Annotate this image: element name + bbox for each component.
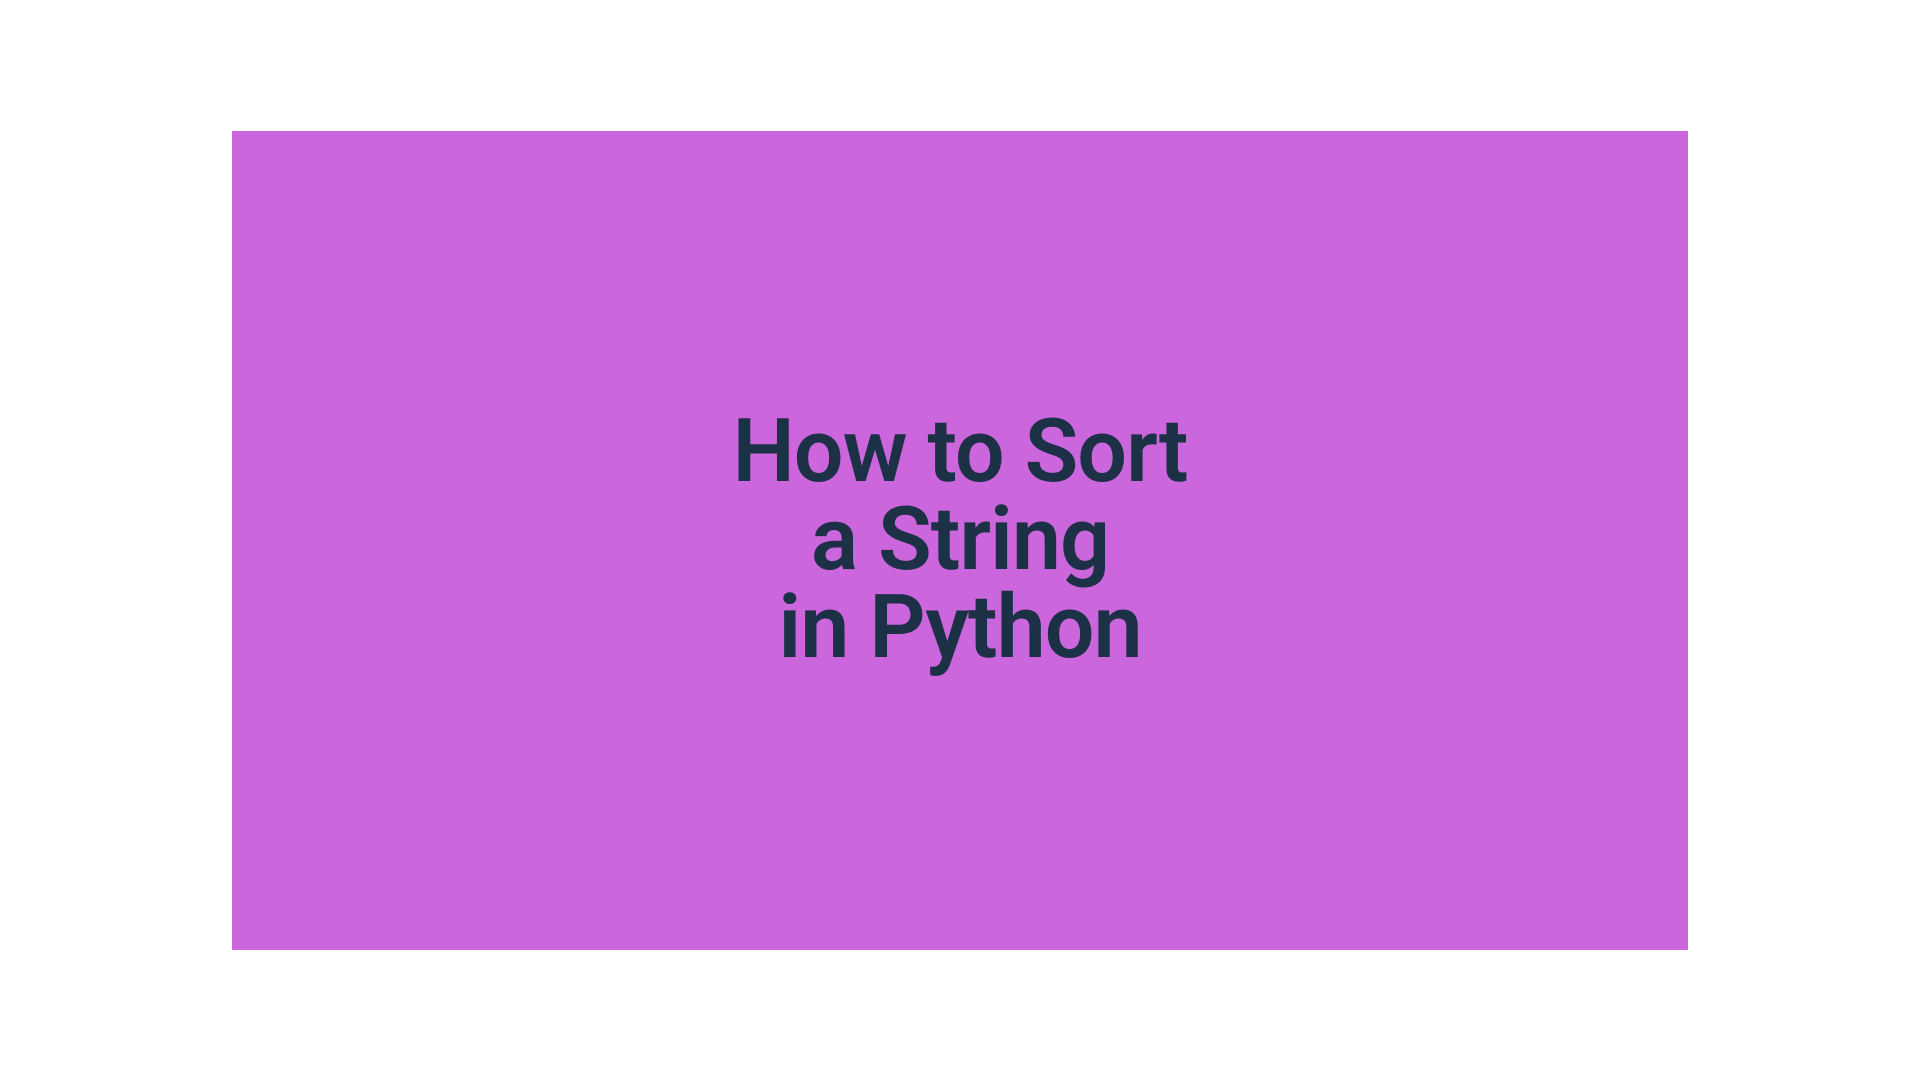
title-line-2: a String (733, 496, 1188, 584)
title-card: How to Sort a String in Python (232, 131, 1688, 950)
page-title: How to Sort a String in Python (733, 408, 1188, 672)
title-line-3: in Python (733, 584, 1188, 672)
title-line-1: How to Sort (733, 408, 1188, 496)
